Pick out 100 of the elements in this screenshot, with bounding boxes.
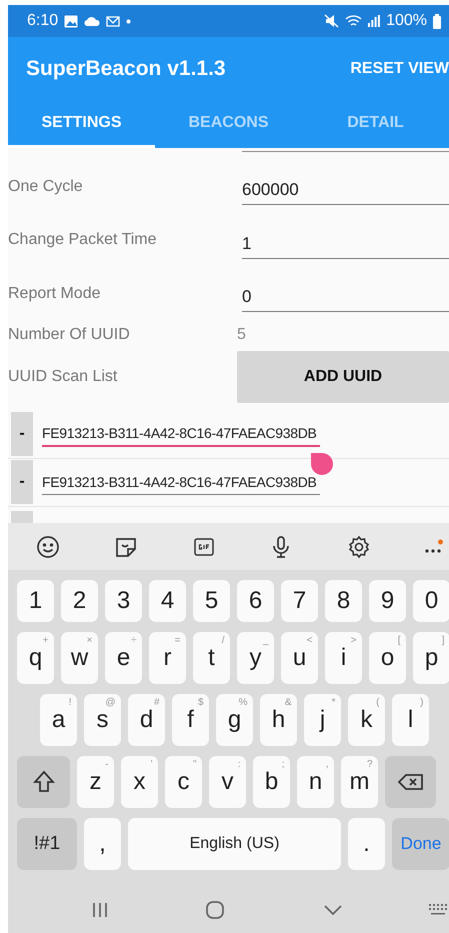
keyboard-key[interactable]: + q (17, 632, 54, 684)
key-hint: ? (366, 759, 372, 770)
key-hint: , (326, 759, 328, 770)
keyboard-key[interactable]: ; b (253, 756, 290, 808)
keyboard-key[interactable]: 8 (325, 580, 362, 622)
key-hint: > (350, 635, 356, 646)
key-hint: : (238, 759, 240, 770)
key-hint: ( (376, 697, 380, 708)
key-hint: = (174, 635, 180, 646)
home-icon[interactable] (204, 900, 225, 920)
dot-icon (126, 18, 132, 24)
key-hint: ! (68, 697, 72, 708)
keyboard-key[interactable]: × w (61, 632, 98, 684)
key-hint: - (105, 759, 108, 770)
backspace-icon (398, 773, 424, 791)
back-icon[interactable] (322, 904, 343, 916)
input-field[interactable]: 1 (242, 234, 449, 259)
keyboard-key[interactable]: 1 (17, 580, 54, 622)
keyboard-key[interactable]: ÷ e (105, 632, 142, 684)
input-field[interactable]: 600000 (242, 180, 449, 206)
keyboard-key[interactable]: / t (193, 632, 230, 684)
recent-apps-icon[interactable] (91, 900, 110, 918)
key-hint: " (192, 759, 196, 770)
keyboard-key[interactable]: 5 (193, 580, 230, 622)
key-hint: + (42, 635, 48, 646)
status-time: 6:10 (27, 12, 58, 30)
input-field[interactable]: 0 (242, 287, 449, 312)
setting-value: 5 (237, 326, 247, 344)
key-hint: ÷ (131, 635, 136, 646)
keyboard-key[interactable]: & h (260, 694, 297, 746)
key-hint: & (284, 697, 292, 708)
key-hint: ' (150, 759, 152, 770)
key-hint: × (86, 635, 92, 646)
add-uuid-button[interactable]: ADD UUID (237, 350, 449, 403)
keyboard-key[interactable]: _ y (237, 632, 274, 684)
keyboard-key[interactable]: ? m (341, 756, 378, 808)
backspace-key[interactable] (385, 756, 436, 808)
keyboard-key[interactable]: % g (216, 694, 253, 746)
remove-button[interactable]: - (11, 412, 33, 456)
keyboard-key[interactable]: ' x (121, 756, 158, 808)
keyboard-key[interactable]: $ f (172, 694, 209, 746)
setting-label: One Cycle (8, 178, 84, 196)
keyboard-key[interactable]: 3 (105, 580, 142, 622)
key-hint: ] (442, 635, 444, 646)
uuid-field[interactable]: FE913213-B311-4A42-8C16-47FAEAC938DB (42, 470, 320, 495)
keyboard-key[interactable]: # d (128, 694, 165, 746)
key-hint: < (306, 635, 312, 646)
remove-button[interactable]: - (11, 460, 33, 504)
cloud-icon (84, 15, 100, 27)
keyboard-key[interactable]: 7 (281, 580, 318, 622)
keyboard-key[interactable]: , (84, 818, 121, 870)
key-hint: * (332, 697, 336, 708)
keyboard-key[interactable]: 4 (149, 580, 186, 622)
keyboard-key[interactable]: ! a (40, 694, 77, 746)
setting-label: Change Packet Time (8, 231, 158, 250)
key-hint: / (222, 635, 224, 646)
keyboard-key[interactable]: = r (149, 632, 186, 684)
image-icon (64, 14, 78, 28)
setting-label: Number Of UUID (8, 326, 131, 344)
battery-icon (433, 14, 441, 28)
key-hint: ; (282, 759, 284, 770)
keyboard-key[interactable]: , n (297, 756, 334, 808)
keyboard-key[interactable]: [ o (369, 632, 406, 684)
key-hint: $ (198, 697, 204, 708)
emoji-icon[interactable] (36, 534, 60, 558)
keyboard-key[interactable]: < u (281, 632, 318, 684)
text-cursor-handle[interactable] (311, 452, 333, 475)
uuid-field[interactable]: FE913213-B311-4A42-8C16-47FAEAC938DB (42, 420, 320, 447)
keyboard-key[interactable]: " c (165, 756, 202, 808)
key-hint: % (238, 697, 248, 708)
settings-icon[interactable] (347, 534, 372, 558)
key-hint: _ (262, 635, 268, 646)
key-hint: [ (398, 635, 400, 646)
keyboard-key[interactable]: 9 (369, 580, 406, 622)
keyboard-key[interactable]: ( k (348, 694, 385, 746)
setting-label: UUID Scan List (8, 368, 118, 386)
battery-percent: 100% (386, 12, 427, 30)
keyboard-key[interactable]: ] p (413, 632, 449, 684)
keyboard-key[interactable]: > i (325, 632, 362, 684)
keyboard-key[interactable]: 2 (61, 580, 98, 622)
shift-key[interactable] (17, 756, 70, 808)
keyboard-key[interactable]: : v (209, 756, 246, 808)
keyboard-key[interactable]: . (348, 818, 385, 870)
mail-icon (106, 16, 120, 26)
wifi-icon (345, 14, 362, 28)
key-hint: @ (105, 697, 116, 708)
keyboard-key[interactable]: - z (77, 756, 114, 808)
space-key[interactable]: English (US) (128, 818, 341, 870)
keyboard-icon[interactable] (429, 902, 449, 916)
keyboard-key[interactable]: * j (304, 694, 341, 746)
keyboard-key[interactable]: ) l (392, 694, 429, 746)
app-title: SuperBeacon v1.1.3 (26, 56, 226, 80)
key-hint: # (154, 697, 160, 708)
signal-icon (368, 15, 380, 27)
keyboard-key[interactable]: @ s (84, 694, 121, 746)
mute-icon (324, 14, 340, 28)
keyboard-key[interactable]: 6 (237, 580, 274, 622)
setting-label: Report Mode (8, 284, 102, 303)
keyboard-key[interactable]: 0 (413, 580, 449, 622)
symbols-key[interactable]: !#1 (17, 818, 77, 870)
